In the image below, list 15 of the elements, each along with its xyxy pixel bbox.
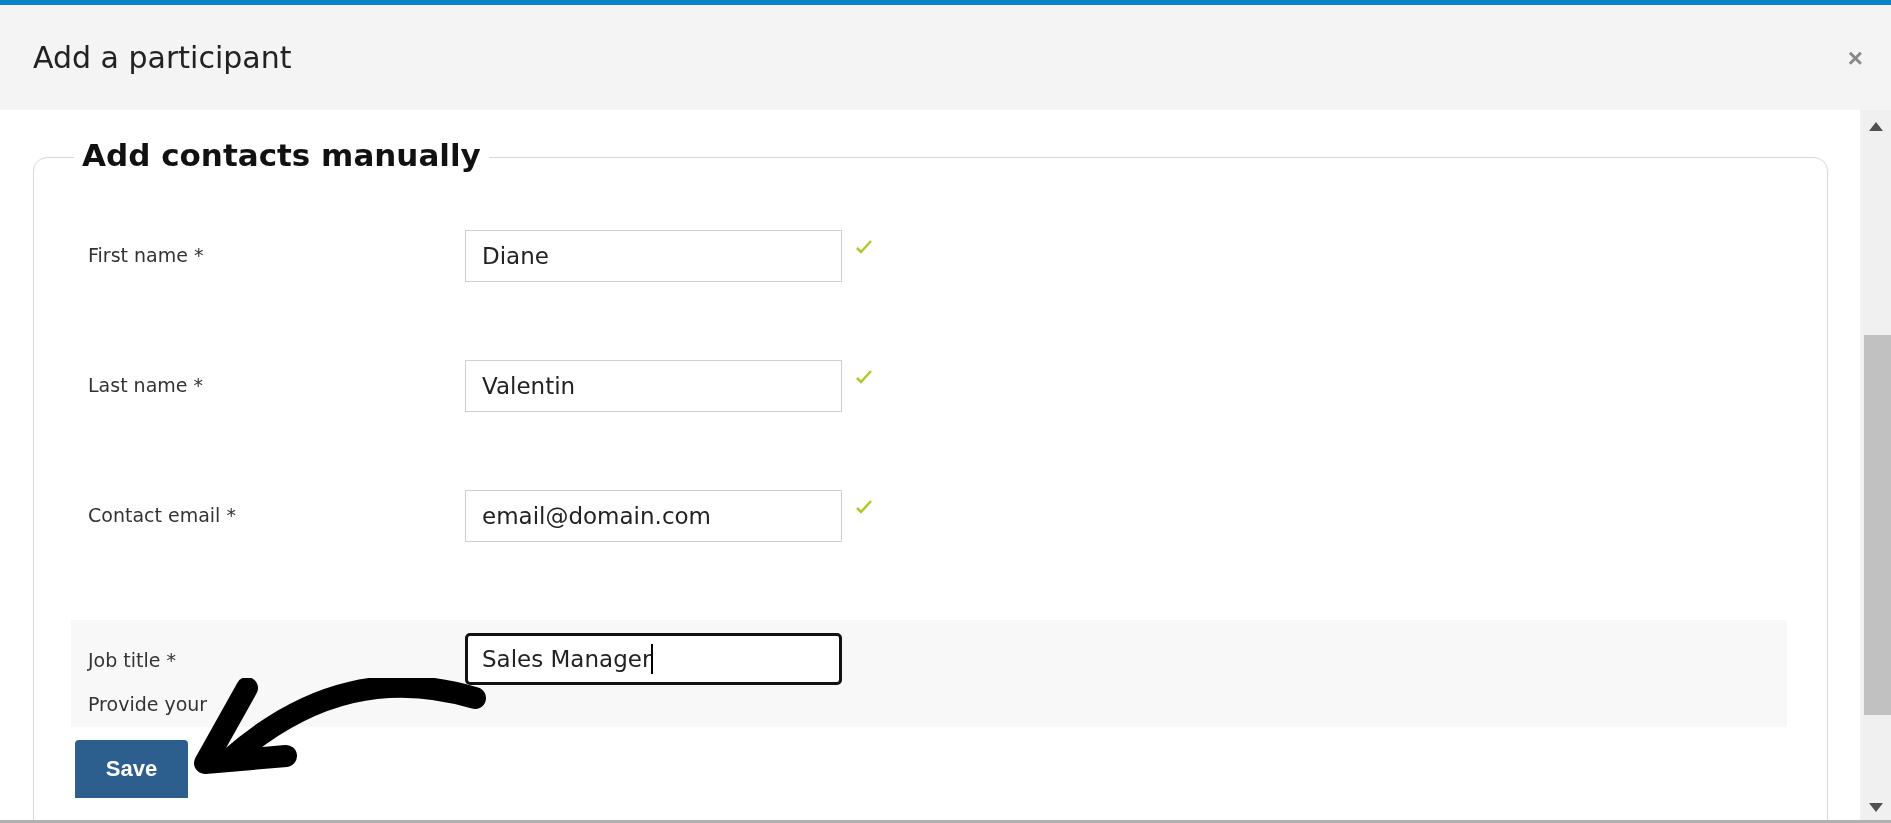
input-field[interactable]: Diane xyxy=(465,230,842,282)
input-field[interactable]: email@domain.com xyxy=(465,490,842,542)
field-label: Last name * xyxy=(88,374,205,396)
field-label: Job title * xyxy=(88,649,177,671)
field-label: First name * xyxy=(88,244,205,266)
field-label: Contact email * xyxy=(88,504,237,526)
scroll-down-icon[interactable] xyxy=(1868,803,1883,812)
scrollbar[interactable] xyxy=(1860,110,1891,820)
save-button[interactable]: Save xyxy=(75,740,188,798)
scroll-up-icon[interactable] xyxy=(1868,122,1883,131)
input-field[interactable]: Valentin xyxy=(465,360,842,412)
dialog-title: Add a participant xyxy=(33,40,292,75)
input-field[interactable]: Sales Manager xyxy=(465,633,842,685)
scrollbar-thumb[interactable] xyxy=(1864,335,1891,715)
field-hint: Provide your xyxy=(88,693,209,715)
